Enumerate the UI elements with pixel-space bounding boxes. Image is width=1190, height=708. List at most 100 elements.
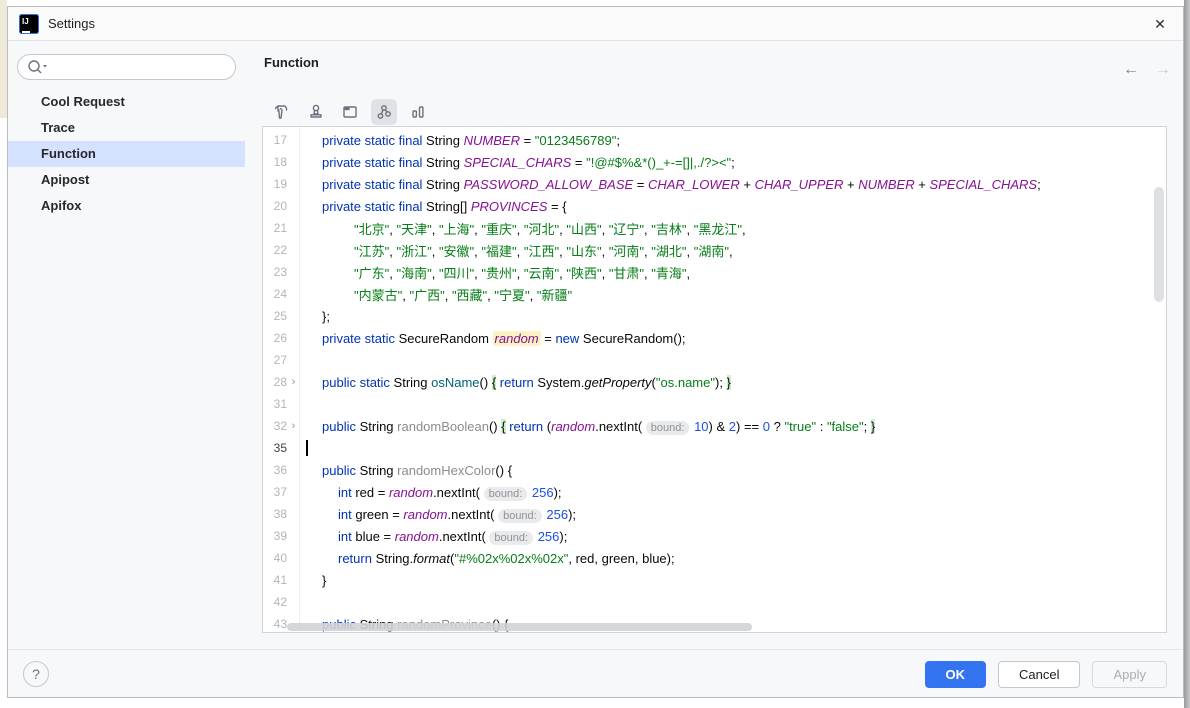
code-line: 28›public static String osName() { retur…	[263, 371, 1166, 393]
code-text: int blue = random.nextInt( bound: 256);	[300, 529, 567, 544]
line-number: 28	[263, 375, 287, 389]
code-line: 31	[263, 393, 1166, 415]
function-nodes-icon[interactable]	[371, 99, 397, 125]
code-line: 38 int green = random.nextInt( bound: 256…	[263, 503, 1166, 525]
sidebar-item-apifox[interactable]: Apifox	[8, 193, 245, 219]
code-editor[interactable]: 17 private static final String NUMBER = "…	[262, 126, 1167, 633]
text-caret	[306, 440, 308, 456]
line-number: 23	[263, 265, 287, 279]
desktop-background-left	[0, 0, 7, 118]
code-line: 40 return String.format("#%02x%02x%02x", …	[263, 547, 1166, 569]
line-number: 40	[263, 551, 287, 565]
code-text: };	[300, 309, 330, 324]
code-line: 41}	[263, 569, 1166, 591]
code-line: 32›public String randomBoolean() { retur…	[263, 415, 1166, 437]
code-text: private static SecureRandom random = new…	[300, 331, 686, 346]
title-bar: IJ Settings ✕	[8, 7, 1183, 41]
search-icon	[27, 59, 51, 75]
statistics-icon[interactable]	[405, 99, 431, 125]
line-number: 19	[263, 177, 287, 191]
code-line: 24 "内蒙古", "广西", "西藏", "宁夏", "新疆"	[263, 283, 1166, 305]
line-number: 21	[263, 221, 287, 235]
line-number: 38	[263, 507, 287, 521]
line-number: 39	[263, 529, 287, 543]
sidebar-item-function[interactable]: Function	[8, 141, 245, 167]
code-line: 19 private static final String PASSWORD_A…	[263, 173, 1166, 195]
line-number: 25	[263, 309, 287, 323]
line-number: 26	[263, 331, 287, 345]
settings-sidebar: Cool RequestTraceFunctionApipostApifox	[8, 41, 245, 651]
stamp-icon[interactable]	[303, 99, 329, 125]
line-number: 31	[263, 397, 287, 411]
line-number: 24	[263, 287, 287, 301]
code-lines: 17 private static final String NUMBER = "…	[263, 129, 1166, 633]
help-icon[interactable]: ?	[23, 661, 49, 687]
line-number: 37	[263, 485, 287, 499]
code-text: "内蒙古", "广西", "西藏", "宁夏", "新疆"	[300, 285, 572, 304]
line-number: 20	[263, 199, 287, 213]
function-toolbar	[269, 99, 431, 125]
code-text: private static final String NUMBER = "01…	[300, 133, 620, 148]
code-text: "江苏", "浙江", "安徽", "福建", "江西", "山东", "河南"…	[300, 241, 733, 260]
line-number: 43	[263, 617, 287, 631]
code-line: 22 "江苏", "浙江", "安徽", "福建", "江西", "山东", "河…	[263, 239, 1166, 261]
line-number: 18	[263, 155, 287, 169]
footer-buttons: OK Cancel Apply	[925, 661, 1168, 688]
line-number: 17	[263, 133, 287, 147]
line-number: 32	[263, 419, 287, 433]
code-text: int red = random.nextInt( bound: 256);	[300, 485, 562, 500]
code-line: 36 public String randomHexColor() {	[263, 459, 1166, 481]
line-number: 27	[263, 353, 287, 367]
code-line: 35	[263, 437, 1166, 459]
ok-button[interactable]: OK	[925, 661, 987, 688]
code-text: "广东", "海南", "四川", "贵州", "云南", "陕西", "甘肃"…	[300, 263, 690, 282]
code-text: public static String osName() { return S…	[300, 375, 731, 390]
page-title: Function	[264, 55, 319, 70]
cancel-button[interactable]: Cancel	[998, 661, 1080, 688]
code-line: 18 private static final String SPECIAL_CH…	[263, 151, 1166, 173]
sidebar-item-cool-request[interactable]: Cool Request	[8, 89, 245, 115]
window-frame-icon[interactable]	[337, 99, 363, 125]
code-text: "北京", "天津", "上海", "重庆", "河北", "山西", "辽宁"…	[300, 219, 746, 238]
line-number: 22	[263, 243, 287, 257]
sidebar-item-trace[interactable]: Trace	[8, 115, 245, 141]
window-title: Settings	[48, 16, 95, 31]
code-text: public String randomBoolean() { return (…	[300, 419, 875, 434]
settings-nav-list: Cool RequestTraceFunctionApipostApifox	[8, 89, 245, 219]
code-line: 39 int blue = random.nextInt( bound: 256)…	[263, 525, 1166, 547]
code-text: public String randomHexColor() {	[300, 463, 512, 478]
intellij-logo-icon: IJ	[19, 14, 39, 34]
build-hammer-icon[interactable]	[269, 99, 295, 125]
sidebar-item-apipost[interactable]: Apipost	[8, 167, 245, 193]
dialog-footer: ? OK Cancel Apply	[8, 649, 1183, 697]
code-line: 42	[263, 591, 1166, 613]
code-line: 25};	[263, 305, 1166, 327]
settings-search-box[interactable]	[17, 54, 236, 80]
horizontal-scrollbar[interactable]	[287, 623, 752, 631]
code-line: 27	[263, 349, 1166, 371]
code-line: 23 "广东", "海南", "四川", "贵州", "云南", "陕西", "甘…	[263, 261, 1166, 283]
line-number: 35	[263, 441, 287, 455]
apply-button[interactable]: Apply	[1092, 661, 1167, 688]
code-text: int green = random.nextInt( bound: 256);	[300, 507, 576, 522]
history-forward-icon[interactable]: →	[1155, 61, 1171, 79]
search-input[interactable]	[52, 57, 230, 77]
history-back-icon[interactable]: ←	[1123, 61, 1139, 79]
fold-chevron-icon[interactable]: ›	[287, 376, 300, 388]
vertical-scrollbar[interactable]	[1154, 187, 1164, 302]
code-line: 20 private static final String[] PROVINCE…	[263, 195, 1166, 217]
code-text: private static final String SPECIAL_CHAR…	[300, 155, 735, 170]
code-line: 26 private static SecureRandom random = n…	[263, 327, 1166, 349]
code-text: return String.format("#%02x%02x%02x", re…	[300, 551, 675, 566]
code-text: private static final String PASSWORD_ALL…	[300, 177, 1041, 192]
settings-content: Function ← →	[245, 41, 1185, 651]
code-line: 17 private static final String NUMBER = "…	[263, 129, 1166, 151]
close-icon[interactable]: ✕	[1151, 15, 1169, 33]
line-number: 41	[263, 573, 287, 587]
line-number: 42	[263, 595, 287, 609]
line-number: 36	[263, 463, 287, 477]
code-text: private static final String[] PROVINCES …	[300, 199, 567, 214]
code-text: }	[300, 573, 326, 588]
fold-chevron-icon[interactable]: ›	[287, 420, 300, 432]
code-text	[300, 440, 308, 457]
